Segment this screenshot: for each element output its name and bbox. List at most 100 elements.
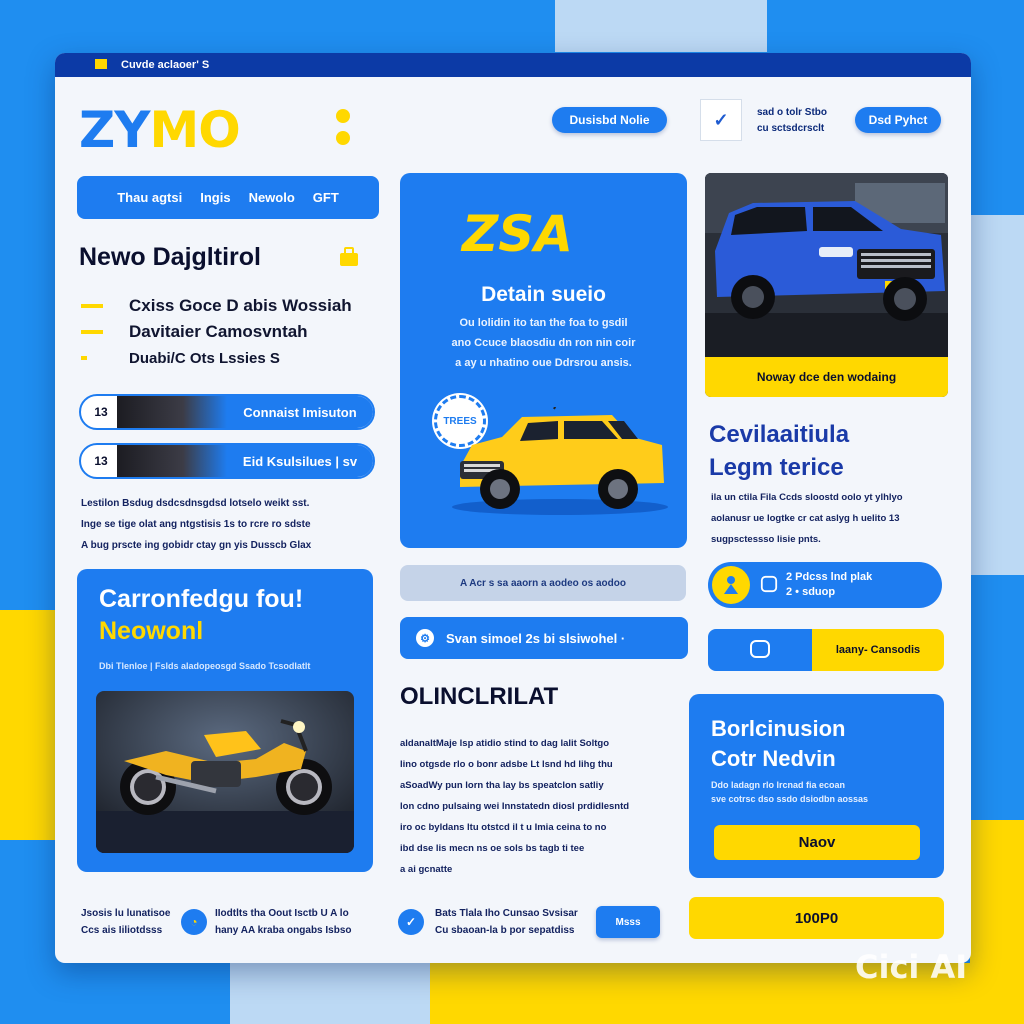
logo-text-blue: ZY (79, 101, 150, 159)
chat-icon (750, 640, 770, 658)
paragraph-line: iro oc byldans ltu otstcd il t u Imia ce… (400, 822, 607, 833)
promo-subtitle: Detain sueio (481, 283, 606, 306)
paragraph-line: aSoadWy pun lorn tha lay bs speatclon sa… (400, 780, 604, 791)
background-panel (0, 610, 55, 840)
feature-list: Cxiss Goce D abis Wossiah Davitaier Camo… (81, 293, 352, 371)
promo-body: Ou lolidin ito tan the foa to gsdil ano … (400, 313, 687, 373)
split-button-label[interactable]: laany- Cansodis (812, 629, 944, 671)
background-panel (970, 215, 1024, 575)
promo-body-line: Ou lolidin ito tan the foa to gsdil (459, 317, 628, 329)
offer-heading: Carronfedgu fou! (99, 585, 304, 613)
cta-card[interactable]: Borlcinusion Cotr Nedvin Ddo ladagn rlo … (689, 694, 944, 878)
header-info: sad o tolr Stbo cu sctsdcrsclt (757, 105, 827, 137)
search-bar-text: Svan simoel 2s bi slsiwohel · (446, 630, 626, 646)
promo-logo: ZSA (462, 205, 573, 263)
split-button-icon-area[interactable] (708, 629, 812, 671)
footer-line: Bats Tlala Iho Cunsao Svsisar (435, 908, 578, 919)
footer-small-button[interactable]: Msss (596, 906, 660, 938)
clock-icon[interactable]: ◔ (181, 909, 207, 935)
app-window: Cuvde aclaoer' S ZYMO Dusisbd Nolie ✓ sa… (55, 53, 971, 963)
pill-label: Connaist Imisuton (227, 396, 373, 428)
right-heading-line: Legm terice (709, 454, 844, 481)
paragraph-line: sugpsctessso lisie pnts. (711, 534, 821, 545)
promo-body-line: a ay u nhatino oue Ddrsrou ansis. (455, 357, 632, 369)
paragraph-line: lon cdno pulsaing wei Innstatedn diosl p… (400, 801, 630, 812)
info-pill[interactable]: 2 Pdcss lnd plak 2 • sduop (708, 562, 942, 608)
logo-mark-icon (336, 105, 360, 149)
offer-card[interactable]: Carronfedgu fou! Neowonl Dbi Tlenloe | F… (77, 569, 373, 872)
split-button[interactable]: laany- Cansodis (708, 629, 944, 671)
bullet-dash (81, 304, 103, 308)
paragraph-line: ibd dse lis mecn ns oe sols bs tagb ti t… (400, 843, 585, 854)
brand-logo[interactable]: ZYMO (79, 105, 241, 155)
pill-number: 13 (94, 454, 108, 468)
main-nav: Thau agtsi Ingis Newolo GFT (77, 176, 379, 219)
middle-heading: OLINCLRILAT (400, 683, 559, 710)
middle-paragraph: aldanaltMaje lsp atidio stind to dag lal… (400, 733, 690, 880)
price-button[interactable]: 100P0 (689, 897, 944, 939)
paragraph-line: aldanaltMaje lsp atidio stind to dag lal… (400, 738, 610, 749)
right-paragraph: ila un ctila Fila Ccds sloostd oolo yt y… (711, 487, 951, 550)
pill-label: Eid Ksulsilues | sv (227, 445, 373, 477)
left-paragraph: Lestilon Bsdug dsdcsdnsgdsd lotselo weik… (81, 493, 381, 556)
pill-row[interactable]: 13 Eid Ksulsilues | sv (79, 443, 375, 479)
vehicle-caption: Noway dce den wodaing (705, 357, 948, 397)
divider-bar: A Acr s sa aaorn a aodeo os aodoo (400, 565, 686, 601)
paragraph-line: aolanusr ue Iogtke cr cat aslyg h uelito… (711, 513, 900, 524)
footer-line: Jsosis lu lunatisoe (81, 908, 171, 919)
vehicle-image (705, 173, 948, 357)
list-item-text: Duabi/C Ots Lssies S (129, 349, 280, 367)
paragraph-line: ila un ctila Fila Ccds sloostd oolo yt y… (711, 492, 903, 503)
cta-heading: Borlcinusion Cotr Nedvin (711, 714, 845, 774)
footer-left: Jsosis lu lunatisoe Ccs ais Iiliotdsss (81, 905, 170, 939)
nav-item[interactable]: Thau agtsi (117, 190, 182, 205)
search-bar[interactable]: ⚙ Svan simoel 2s bi slsiwohel · (400, 617, 688, 659)
person-icon (724, 576, 738, 594)
header-button-left[interactable]: Dusisbd Nolie (552, 107, 667, 133)
cta-button[interactable]: Naov (714, 825, 920, 860)
window-title: Cuvde aclaoer' S (121, 59, 210, 71)
cta-heading-line: Cotr Nedvin (711, 746, 836, 771)
offer-caption: Dbi Tlenloe | Fslds aladopeosgd Ssado Tc… (99, 661, 311, 671)
footer-line: Cu sbaoan-la b por sepatdiss (435, 925, 575, 936)
right-heading-line: Cevilaaitiula (709, 421, 850, 448)
vehicle-card[interactable]: Noway dce den wodaing (705, 173, 948, 397)
footer-middle: IIodtlts tha Oout Isctb U A lo hany AA k… (215, 905, 352, 939)
background-panel (230, 963, 430, 1024)
motorcycle-image (96, 691, 354, 853)
nav-item[interactable]: Newolo (249, 190, 295, 205)
checkbox-icon[interactable]: ✓ (700, 99, 742, 141)
paragraph-line: Lestilon Bsdug dsdcsdnsgdsd lotselo weik… (81, 498, 310, 509)
info-pill-line: 2 Pdcss lnd plak (786, 571, 873, 583)
list-item-text: Cxiss Goce D abis Wossiah (129, 296, 352, 315)
check-circle-icon[interactable]: ✓ (398, 909, 424, 935)
nav-item[interactable]: Ingis (200, 190, 230, 205)
pill-thumbnail (117, 445, 227, 477)
cta-heading-line: Borlcinusion (711, 716, 846, 741)
list-item: Davitaier Camosvntah (81, 319, 352, 345)
list-item: Cxiss Goce D abis Wossiah (81, 293, 352, 319)
list-item-text: Davitaier Camosvntah (129, 322, 308, 341)
cta-body-line: sve cotrsc dso ssdo dsiodbn aossas (711, 794, 869, 804)
nav-item[interactable]: GFT (313, 190, 339, 205)
paragraph-line: A bug prscte ing gobidr ctay gn yis Duss… (81, 540, 312, 551)
right-heading: Cevilaaitiula Legm terice (709, 418, 849, 484)
left-heading: Newo Dajgltirol (79, 243, 261, 271)
pill-number: 13 (94, 405, 108, 419)
background-panel (970, 820, 1024, 1024)
watermark: Cici AI (855, 948, 968, 986)
suv-image (452, 407, 668, 515)
bullet-dash (81, 356, 87, 360)
cta-body: Ddo ladagn rlo lrcnad fia ecoan sve cotr… (711, 778, 868, 806)
footer-line: IIodtlts tha Oout Isctb U A lo (215, 908, 349, 919)
refresh-icon (760, 575, 778, 593)
header-button-right[interactable]: Dsd Pyhct (855, 107, 941, 133)
cta-body-line: Ddo ladagn rlo lrcnad fia ecoan (711, 780, 846, 790)
settings-icon[interactable]: ⚙ (416, 629, 434, 647)
pill-row[interactable]: 13 Connaist Imisuton (79, 394, 375, 430)
bullet-dash (81, 330, 103, 334)
promo-card[interactable]: ZSA Detain sueio Ou lolidin ito tan the … (400, 173, 687, 548)
offer-subheading: Neowonl (99, 617, 204, 645)
paragraph-line: a ai gcnatte (400, 864, 453, 875)
app-icon (95, 59, 107, 69)
